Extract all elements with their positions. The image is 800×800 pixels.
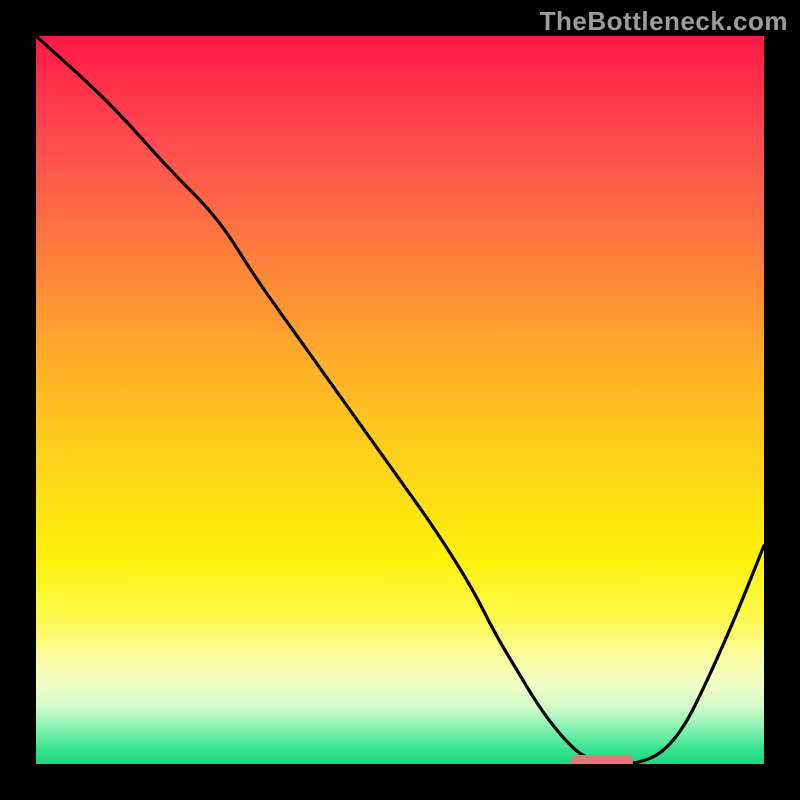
plot-area	[36, 36, 764, 764]
chart-frame: TheBottleneck.com	[0, 0, 800, 800]
optimal-marker	[571, 755, 633, 764]
bottleneck-curve	[36, 36, 764, 764]
watermark-text: TheBottleneck.com	[540, 6, 788, 37]
plot-svg	[36, 36, 764, 764]
